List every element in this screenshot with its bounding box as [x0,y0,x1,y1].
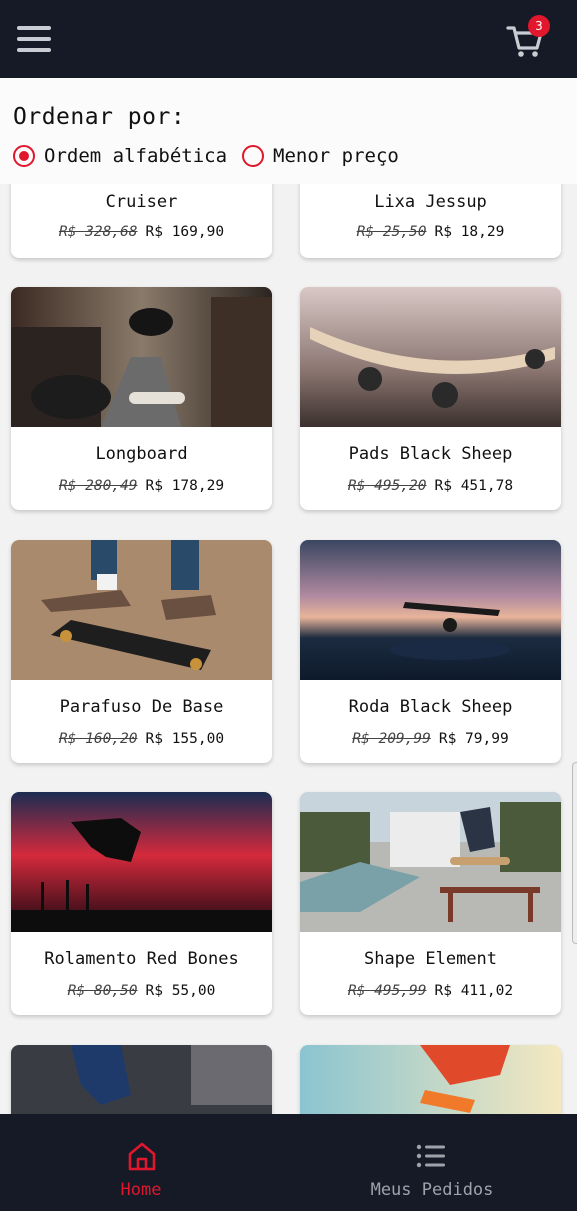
product-image [11,1045,272,1114]
product-name: Cruiser [105,192,178,212]
product-old-price: R$ 280,49 [58,478,138,494]
product-name: Pads Black Sheep [348,444,513,464]
sort-title: Ordenar por: [13,104,186,130]
nav-my-orders-label: Meus Pedidos [370,1180,494,1200]
product-card[interactable] [11,1045,272,1114]
product-name: Shape Element [363,949,498,969]
radio-unchecked-icon [242,145,264,167]
product-price: R$ 18,29 [434,224,505,240]
product-card[interactable] [300,1045,561,1114]
product-old-price: R$ 495,20 [347,478,427,494]
product-card[interactable]: Cruiser R$ 328,68 R$ 169,90 [11,184,272,258]
product-price: R$ 178,29 [145,478,225,494]
radio-checked-icon [13,145,35,167]
product-card[interactable]: Shape Element R$ 495,99 R$ 411,02 [300,792,561,1015]
product-price: R$ 451,78 [434,478,514,494]
product-old-price: R$ 495,99 [347,983,427,999]
product-price: R$ 411,02 [434,983,514,999]
product-price: R$ 169,90 [145,224,225,240]
product-old-price: R$ 25,50 [356,224,427,240]
product-price: R$ 55,00 [145,983,216,999]
product-name: Rolamento Red Bones [44,949,239,969]
product-name: Parafuso De Base [59,697,224,717]
product-name: Longboard [95,444,188,464]
product-name: Roda Black Sheep [348,697,513,717]
product-image-longboard [11,287,272,427]
product-price: R$ 155,00 [145,731,225,747]
product-old-price: R$ 80,50 [67,983,138,999]
product-image-pads [300,287,561,427]
product-price: R$ 79,99 [438,731,509,747]
product-old-price: R$ 160,20 [58,731,138,747]
product-old-price: R$ 328,68 [58,224,138,240]
hamburger-menu-icon[interactable] [17,26,51,52]
product-card[interactable]: Pads Black Sheep R$ 495,20 R$ 451,78 [300,287,561,510]
sort-option-label: Menor preço [273,145,399,167]
product-image-rolamento [11,792,272,932]
product-card[interactable]: Rolamento Red Bones R$ 80,50 R$ 55,00 [11,792,272,1015]
nav-home-label: Home [120,1180,162,1200]
bottom-navigation: Home Meus Pedidos [0,1114,577,1211]
list-icon [416,1144,445,1168]
sort-option-alphabetical[interactable]: Ordem alfabética [13,145,227,167]
app-header: 3 [0,0,577,78]
home-icon [128,1142,156,1171]
product-image-parafuso [11,540,272,680]
product-name: Lixa Jessup [374,192,487,212]
scrollbar[interactable] [572,762,577,944]
product-card[interactable]: Longboard R$ 280,49 R$ 178,29 [11,287,272,510]
product-image [300,1045,561,1114]
nav-my-orders[interactable]: Meus Pedidos [288,1114,576,1211]
product-card[interactable]: Roda Black Sheep R$ 209,99 R$ 79,99 [300,540,561,763]
cart-count-badge: 3 [528,15,550,37]
sort-panel [0,78,577,184]
product-image-roda [300,540,561,680]
sort-option-label: Ordem alfabética [44,145,228,167]
product-old-price: R$ 209,99 [352,731,431,747]
product-grid[interactable]: Cruiser R$ 328,68 R$ 169,90 Lixa Jessup R… [0,184,577,1114]
nav-home[interactable]: Home [0,1114,288,1211]
product-card[interactable]: Parafuso De Base R$ 160,20 R$ 155,00 [11,540,272,763]
product-image-shape [300,792,561,932]
product-card[interactable]: Lixa Jessup R$ 25,50 R$ 18,29 [300,184,561,258]
sort-option-lowest-price[interactable]: Menor preço [242,145,399,167]
